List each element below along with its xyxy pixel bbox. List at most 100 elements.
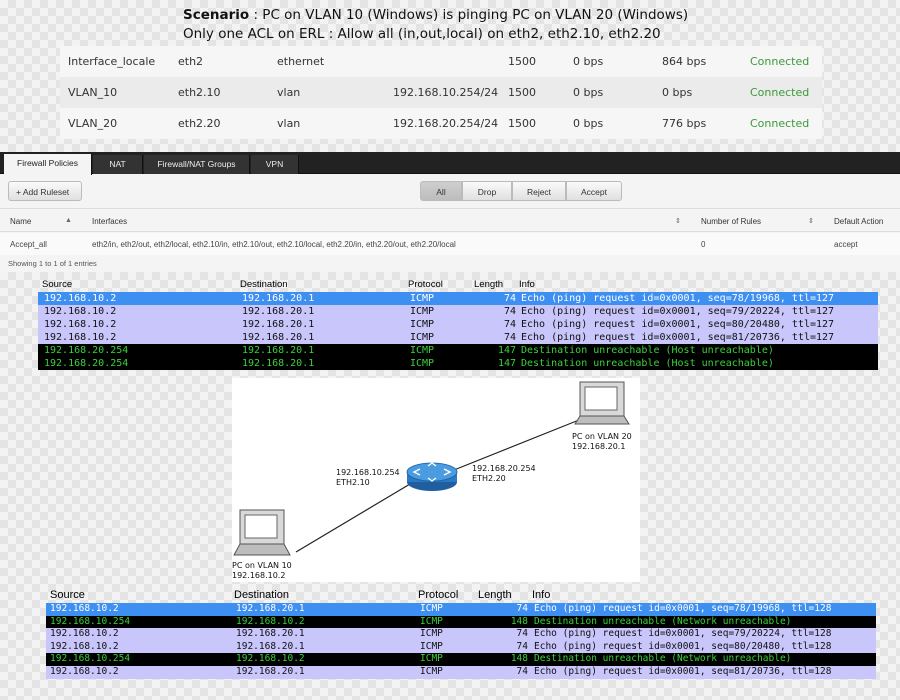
packet-row[interactable]: 192.168.10.2 192.168.20.1 ICMP 74 Echo (ping… [46,666,876,679]
packet-source: 192.168.10.2 [44,293,117,304]
tab-firewall-policies[interactable]: Firewall Policies [4,154,92,175]
packet-row[interactable]: 192.168.10.254 192.168.10.2 ICMP 148 Destina… [46,653,876,666]
packet-row[interactable]: 192.168.10.2 192.168.20.1 ICMP 74 Echo (ping… [38,331,878,344]
interface-tx: 0 bps [573,55,604,68]
interface-row[interactable]: VLAN_20 eth2.20 vlan 192.168.20.254/24 1… [60,108,822,139]
interface-row[interactable]: VLAN_10 eth2.10 vlan 192.168.10.254/24 1… [60,77,822,108]
column-name[interactable]: Name [10,217,31,226]
header-info[interactable]: Info [519,279,535,290]
packet-row[interactable]: 192.168.10.2 192.168.20.1 ICMP 74 Echo (ping… [38,292,878,305]
scenario-line-2: Only one ACL on ERL : Allow all (in,out,… [183,26,661,42]
packet-info: Echo (ping) request id=0x0001, seq=81/20… [521,332,835,343]
header-source[interactable]: Source [42,279,72,290]
interface-type: vlan [277,117,301,130]
router-icon [406,462,458,491]
packet-info: Echo (ping) request id=0x0001, seq=81/20… [534,666,832,677]
packet-protocol: ICMP [420,653,443,665]
pc-vlan20-label: PC on VLAN 20 192.168.20.1 [572,432,632,452]
header-protocol[interactable]: Protocol [418,589,458,601]
router-eth210-name: ETH2.10 [336,478,370,487]
interface-name: VLAN_20 [68,117,118,130]
interface-mtu: 1500 [508,117,536,130]
packet-row[interactable]: 192.168.10.2 192.168.20.1 ICMP 74 Echo (ping… [38,305,878,318]
pc-vlan10-ip: 192.168.10.2 [232,571,286,580]
packet-info: Echo (ping) request id=0x0001, seq=78/19… [521,293,835,304]
filter-drop-button[interactable]: Drop [462,181,512,201]
packet-protocol: ICMP [410,293,435,304]
interface-status: Connected [750,55,810,68]
packet-info: Echo (ping) request id=0x0001, seq=79/20… [534,628,832,640]
header-protocol[interactable]: Protocol [408,279,443,290]
ruleset-table-header: Name ▲ Interfaces ⇕ Number of Rules ⇕ De… [0,210,900,232]
column-interfaces[interactable]: Interfaces [92,217,127,226]
packet-protocol: ICMP [420,628,443,640]
packet-length: 74 [516,666,528,677]
packet-length: 148 [510,615,528,627]
packet-length: 74 [503,293,516,304]
interface-type: vlan [277,86,301,99]
tab-firewall-nat-groups[interactable]: Firewall/NAT Groups [144,155,250,174]
packet-protocol: ICMP [420,640,443,652]
pc-vlan20-name: PC on VLAN 20 [572,432,632,441]
tab-vpn[interactable]: VPN [251,155,299,174]
header-source[interactable]: Source [50,589,85,601]
packet-source: 192.168.20.254 [44,358,129,369]
column-default-action[interactable]: Default Action [834,217,883,226]
packet-length: 74 [516,640,528,652]
packet-row[interactable]: 192.168.10.2 192.168.20.1 ICMP 74 Echo (ping… [46,640,876,654]
packet-destination: 192.168.20.1 [242,332,315,343]
packet-capture-router: Source Destination Protocol Length Info … [38,279,878,373]
packet-row[interactable]: 192.168.20.254 192.168.20.1 ICMP 147 Destina… [38,344,878,357]
packet-info: Echo (ping) request id=0x0001, seq=80/20… [534,640,832,652]
header-length[interactable]: Length [478,589,512,601]
interface-rx: 864 bps [662,55,707,68]
packet-row[interactable]: 192.168.20.254 192.168.20.1 ICMP 147 Destina… [38,357,878,370]
packet-source: 192.168.10.2 [44,319,117,330]
router-eth220-ip: 192.168.20.254 [472,464,536,473]
header-destination[interactable]: Destination [240,279,288,290]
packet-row[interactable]: 192.168.10.2 192.168.20.1 ICMP 74 Echo (ping… [46,628,876,641]
packet-protocol: ICMP [410,319,435,330]
packet-row[interactable]: 192.168.10.2 192.168.20.1 ICMP 74 Echo (ping… [38,318,878,331]
ruleset-row[interactable]: Accept_all eth2/in, eth2/out, eth2/local… [0,233,900,255]
packet-info: Destination unreachable (Network unreach… [534,615,792,627]
firewall-toolbar: + Add Ruleset All Drop Reject Accept [0,175,900,209]
interface-tx: 0 bps [573,117,604,130]
add-ruleset-button[interactable]: + Add Ruleset [8,181,82,201]
packet-source: 192.168.10.254 [50,653,131,665]
header-length[interactable]: Length [474,279,503,290]
interface-device: eth2 [178,55,204,68]
packet-destination: 192.168.20.1 [242,293,315,304]
sort-both-icon[interactable]: ⇕ [808,217,814,225]
scenario-text: Scenario : PC on VLAN 10 (Windows) is pi… [183,6,703,44]
packet-info: Echo (ping) request id=0x0001, seq=79/20… [521,306,835,317]
tab-nat[interactable]: NAT [93,155,143,174]
packet-length: 74 [516,603,528,614]
interface-type: ethernet [277,55,325,68]
packet-source: 192.168.10.2 [50,640,119,652]
filter-accept-button[interactable]: Accept [566,181,622,201]
packet-source: 192.168.10.2 [50,666,119,677]
sort-both-icon[interactable]: ⇕ [675,217,681,225]
interface-row[interactable]: Interface_locale eth2 ethernet 1500 0 bp… [60,46,822,77]
packet-destination: 192.168.20.1 [242,345,315,356]
packet-protocol: ICMP [410,345,435,356]
pc-vlan10-name: PC on VLAN 10 [232,561,292,570]
filter-reject-button[interactable]: Reject [512,181,566,201]
packet-source: 192.168.20.254 [44,345,129,356]
packet-info: Destination unreachable (Network unreach… [534,653,792,665]
router-eth220-label: 192.168.20.254 ETH2.20 [472,464,536,484]
packet-info: Echo (ping) request id=0x0001, seq=80/20… [521,319,835,330]
packet-protocol: ICMP [420,615,443,627]
header-info[interactable]: Info [532,589,550,601]
column-number-of-rules[interactable]: Number of Rules [701,217,761,226]
packet-row[interactable]: 192.168.10.254 192.168.10.2 ICMP 148 Destina… [46,615,876,629]
filter-all-button[interactable]: All [420,181,462,201]
header-destination[interactable]: Destination [234,589,289,601]
scenario-description: : PC on VLAN 10 (Windows) is pinging PC … [249,7,689,23]
sort-asc-icon[interactable]: ▲ [65,217,72,224]
interface-address: 192.168.10.254/24 [393,86,499,99]
packet-protocol: ICMP [420,603,443,614]
firewall-panel: Firewall Policies NAT Firewall/NAT Group… [0,152,900,272]
packet-row[interactable]: 192.168.10.2 192.168.20.1 ICMP 74 Echo (ping… [46,603,876,616]
